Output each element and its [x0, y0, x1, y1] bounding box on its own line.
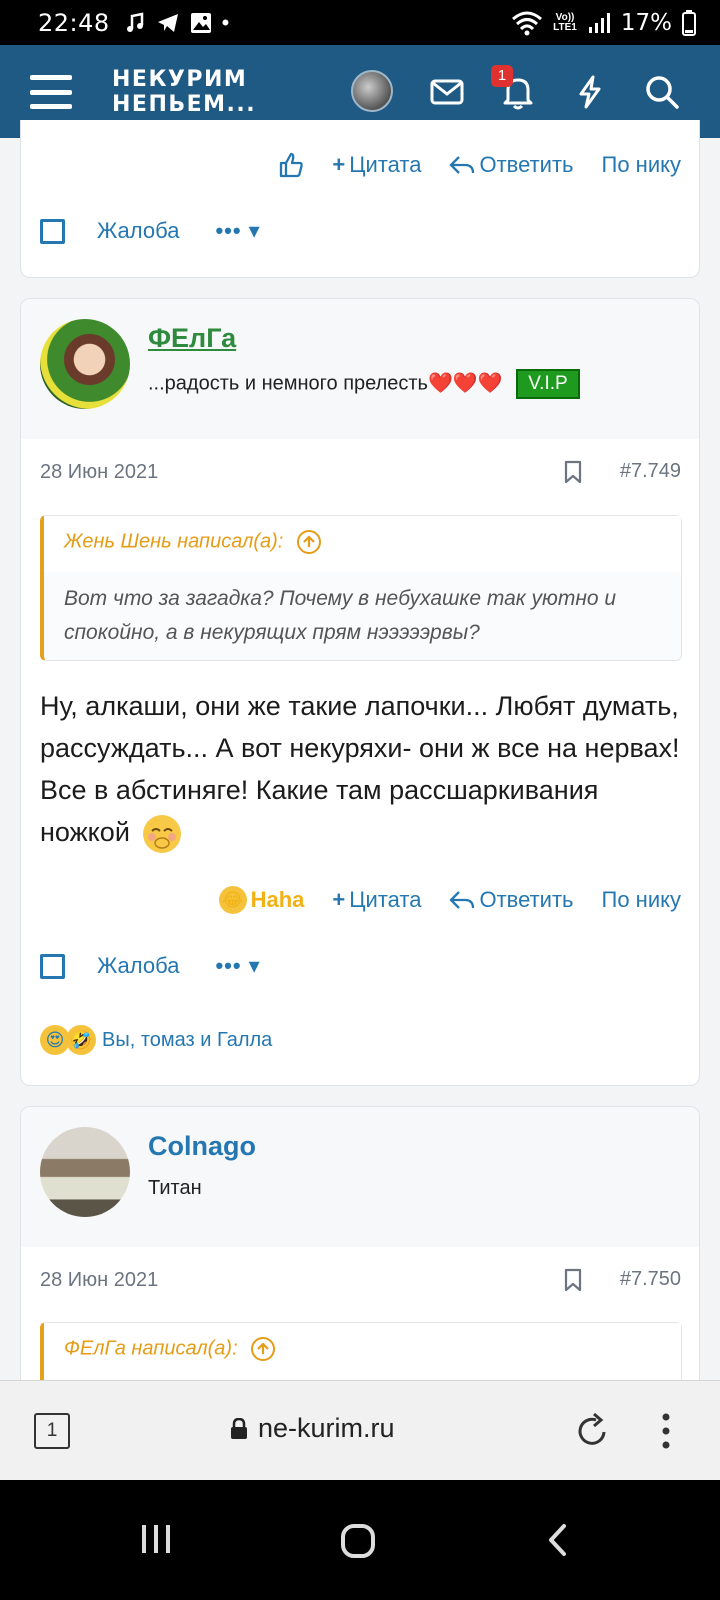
laughing-emoji-icon: 😂: [218, 886, 247, 914]
rofl-emoji-icon: 🤣: [66, 1025, 96, 1055]
quote-button[interactable]: + Цитата: [332, 887, 421, 913]
post-user-header: Colnago Титан: [21, 1107, 699, 1247]
post-date[interactable]: 28 Июн 2021: [40, 1269, 158, 1292]
recent-apps-icon[interactable]: [138, 1523, 174, 1555]
go-to-quote-icon[interactable]: [296, 530, 321, 554]
go-to-quote-icon[interactable]: [251, 1337, 276, 1361]
reload-icon[interactable]: [574, 1412, 610, 1450]
blush-emoji-icon: [143, 814, 182, 853]
site-logo[interactable]: НЕКУРИМ НЕПЬЕМ...: [112, 67, 256, 117]
by-nick-button[interactable]: По нику: [602, 887, 681, 913]
battery-icon: [682, 9, 696, 36]
browser-menu-icon[interactable]: [660, 1412, 672, 1450]
gallery-icon: [190, 12, 211, 33]
status-bar: 22:48 • Vo)) LTE1 17%: [0, 0, 720, 45]
reactions-summary[interactable]: 😍 🤣 Вы, томаз и Галла: [40, 1025, 272, 1055]
user-title: Титан: [148, 1177, 202, 1199]
clock: 22:48: [38, 8, 110, 37]
notification-badge: 1: [491, 65, 513, 87]
tab-switcher-button[interactable]: 1: [34, 1413, 70, 1449]
reply-button[interactable]: Ответить: [449, 887, 574, 913]
post-card: Colnago Титан 28 Июн 2021 #7.750 ФЕлГа н…: [20, 1106, 700, 1406]
telegram-icon: [157, 13, 178, 32]
more-options-button[interactable]: ••• ▾: [215, 218, 260, 244]
user-title: ...радость и немного прелесть❤️❤️❤️: [148, 372, 503, 395]
user-avatar[interactable]: [40, 319, 130, 409]
signal-icon: [588, 12, 610, 33]
previous-post-card: + Цитата Ответить По нику Жалоба ••• ▾: [20, 120, 700, 278]
back-icon[interactable]: [546, 1523, 570, 1557]
post-card: ФЕлГа ...радость и немного прелесть❤️❤️❤…: [20, 298, 700, 1086]
wifi-icon: [512, 11, 543, 35]
more-notifications-dot: •: [221, 9, 230, 35]
select-checkbox[interactable]: [40, 218, 65, 244]
quote-author[interactable]: Жень Шень написал(а):: [64, 530, 283, 552]
post-number[interactable]: #7.749: [620, 460, 681, 483]
quote-text: Вот что за загадка? Почему в небухашке т…: [64, 587, 617, 644]
post-actions: 😂 Haha + Цитата Ответить По нику: [218, 886, 681, 914]
bookmark-icon[interactable]: [564, 460, 582, 484]
user-avatar[interactable]: [40, 1127, 130, 1217]
lightning-icon[interactable]: [570, 72, 610, 112]
post-text: Ну, алкаши, они же такие лапочки... Любя…: [40, 691, 680, 847]
home-icon[interactable]: [340, 1523, 376, 1559]
report-button[interactable]: Жалоба: [97, 953, 179, 979]
vip-badge: V.I.P: [516, 369, 580, 399]
report-button[interactable]: Жалоба: [97, 218, 179, 244]
url-text: ne-kurim.ru: [258, 1413, 395, 1443]
system-navigation-bar: [0, 1480, 720, 1600]
bookmark-icon[interactable]: [564, 1268, 582, 1292]
quote-block: Жень Шень написал(а): Вот что за загадка…: [40, 515, 682, 661]
lte-indicator: Vo)) LTE1: [553, 11, 577, 33]
lock-icon: [231, 1417, 247, 1439]
battery-percent: 17%: [620, 9, 672, 36]
user-avatar[interactable]: [351, 70, 393, 112]
search-icon[interactable]: [642, 72, 682, 112]
post-user-header: ФЕлГа ...радость и немного прелесть❤️❤️❤…: [21, 299, 699, 439]
haha-reaction-button[interactable]: 😂 Haha: [218, 886, 304, 914]
reacted-by-list[interactable]: Вы, томаз и Галла: [102, 1029, 272, 1052]
post-actions: + Цитата Ответить По нику: [278, 152, 681, 178]
notification-icon: [126, 11, 143, 32]
reply-icon: [449, 891, 475, 909]
mail-icon[interactable]: [427, 72, 467, 112]
more-options-button[interactable]: ••• ▾: [215, 953, 260, 979]
quote-button[interactable]: + Цитата: [332, 152, 421, 178]
like-icon[interactable]: [278, 152, 304, 178]
menu-icon[interactable]: [30, 75, 72, 109]
post-date[interactable]: 28 Июн 2021: [40, 461, 158, 484]
select-checkbox[interactable]: [40, 953, 65, 979]
reply-icon: [449, 156, 475, 174]
reply-button[interactable]: Ответить: [449, 152, 574, 178]
username-link[interactable]: Colnago: [148, 1131, 256, 1162]
post-number[interactable]: #7.750: [620, 1268, 681, 1291]
by-nick-button[interactable]: По нику: [602, 152, 681, 178]
address-bar[interactable]: ne-kurim.ru: [230, 1413, 395, 1444]
browser-toolbar: 1 ne-kurim.ru: [0, 1380, 720, 1480]
quote-author[interactable]: ФЕлГа написал(а):: [64, 1337, 238, 1359]
username-link[interactable]: ФЕлГа: [148, 323, 236, 354]
